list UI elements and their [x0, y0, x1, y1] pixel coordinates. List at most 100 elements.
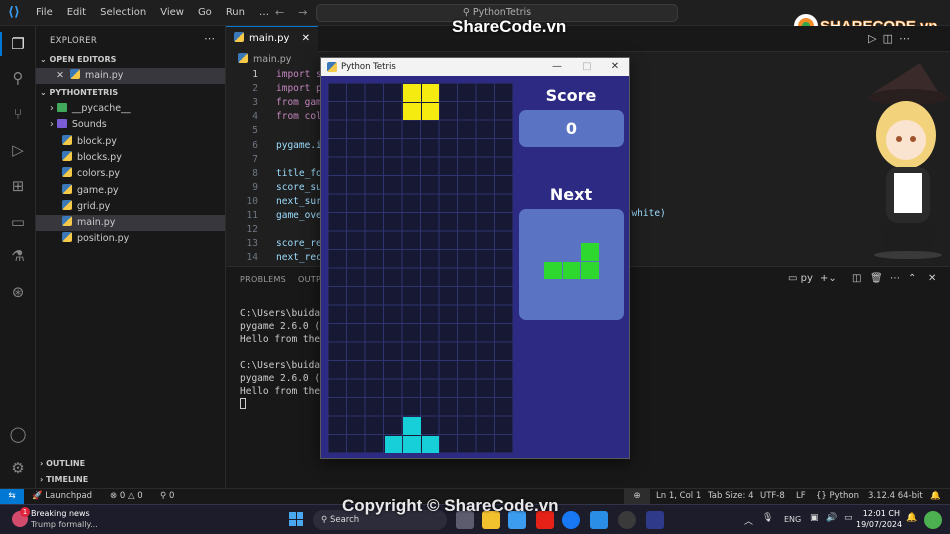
git-graph-icon[interactable]: ⊛ [8, 282, 28, 302]
news-title[interactable]: Breaking news [31, 509, 90, 518]
tree-item[interactable]: block.py [36, 134, 225, 150]
menu-file[interactable]: File [36, 7, 53, 18]
tree-item[interactable]: blocks.py [36, 150, 225, 166]
source-control-icon[interactable]: ⑂ [8, 104, 28, 124]
more-actions-icon[interactable]: ⋯ [204, 32, 215, 45]
remote-explorer-icon[interactable]: ▭ [8, 212, 28, 232]
warning-icon: △ [127, 491, 138, 501]
python-interpreter[interactable]: 3.12.4 64-bit [868, 489, 923, 504]
project-section[interactable]: ⌄ PYTHONTETRIS [40, 88, 118, 97]
tree-item[interactable]: game.py [36, 183, 225, 199]
clock-time[interactable]: 12:01 CH [860, 509, 900, 518]
volume-icon[interactable]: 🔊 [826, 513, 837, 523]
maximize-panel-icon[interactable]: ⌃ [908, 273, 916, 284]
news-subtitle[interactable]: Trump formally... [31, 520, 98, 529]
code-line[interactable]: 11 game_ove [226, 209, 322, 223]
launchpad-item[interactable]: 🚀 Launchpad [32, 489, 92, 504]
tree-item[interactable]: › __pycache__ [36, 101, 225, 117]
extensions-icon[interactable]: ⊞ [8, 176, 28, 196]
notification-bell-icon[interactable]: 🔔 [906, 513, 917, 523]
facebook-icon[interactable] [562, 511, 580, 529]
code-line[interactable]: 13 score_re [226, 237, 322, 251]
ports-indicator[interactable]: ⚲ 0 [160, 489, 174, 504]
tab-size[interactable]: Tab Size: 4 [708, 489, 754, 504]
vscode-taskbar-icon[interactable] [590, 511, 608, 529]
tree-item[interactable]: main.py [36, 215, 225, 232]
windows-start-icon[interactable] [289, 512, 303, 526]
problems-indicator[interactable]: ⊗ 0 △ 0 [110, 489, 143, 504]
code-line[interactable]: 3 from gam [226, 96, 322, 110]
language-indicator[interactable]: ENG [784, 515, 801, 524]
menu-run[interactable]: Run [226, 7, 245, 18]
run-debug-icon[interactable]: ▷ [8, 140, 28, 160]
menu-go[interactable]: Go [198, 7, 212, 18]
user-app-icon[interactable] [924, 511, 942, 529]
open-editors-section[interactable]: ⌄ OPEN EDITORS [40, 55, 116, 64]
menu-edit[interactable]: Edit [67, 7, 86, 18]
tree-item[interactable]: grid.py [36, 199, 225, 215]
encoding[interactable]: UTF-8 [760, 489, 785, 504]
split-terminal-icon[interactable]: ◫ [852, 273, 861, 284]
battery-icon[interactable]: ▭ [844, 513, 853, 523]
nav-arrows[interactable]: ←→ [275, 6, 321, 19]
obs-icon[interactable] [618, 511, 636, 529]
tree-item[interactable]: › Sounds [36, 117, 225, 133]
remote-indicator-icon[interactable]: ⇆ [0, 489, 24, 504]
code-line[interactable]: 10 next_sur [226, 195, 322, 209]
terminal-kind-indicator[interactable]: ▭ py [788, 273, 813, 284]
close-icon[interactable]: ✕ [601, 58, 629, 76]
timeline-section[interactable]: › TIMELINE [40, 475, 88, 484]
eol[interactable]: LF [796, 489, 806, 504]
tree-item[interactable]: position.py [36, 231, 225, 247]
clock-date[interactable]: 19/07/2024 [856, 520, 902, 529]
microphone-icon[interactable]: 🎙 [762, 513, 773, 523]
menu-selection[interactable]: Selection [100, 7, 146, 18]
tab-problems[interactable]: PROBLEMS [240, 275, 286, 284]
code-line[interactable]: 6 pygame.i [226, 139, 322, 153]
back-arrow-icon[interactable]: ← [275, 6, 298, 19]
more-actions-icon[interactable]: ⋯ [890, 273, 900, 284]
run-icon[interactable]: ▷ [868, 32, 882, 45]
code-line[interactable]: 12 [226, 223, 276, 237]
zoom-icon[interactable]: ⊕ [624, 489, 650, 504]
terminal-output[interactable]: C:\Users\buida\ pygame 2.6.0 (S Hello from… [240, 307, 326, 411]
watermark-bottom: Copyright © ShareCode.vn [342, 496, 559, 515]
close-panel-icon[interactable]: ✕ [928, 273, 936, 284]
menu-more[interactable]: … [259, 7, 269, 18]
tree-item[interactable]: colors.py [36, 166, 225, 182]
settings-gear-icon[interactable]: ⚙ [8, 458, 28, 478]
close-icon[interactable]: ✕ [302, 27, 310, 51]
split-editor-icon[interactable]: ◫ [883, 32, 899, 45]
cursor-position[interactable]: Ln 1, Col 1 [656, 489, 701, 504]
new-terminal-icon[interactable]: +⌄ [820, 273, 837, 284]
code-line[interactable]: 4 from col [226, 110, 322, 124]
testing-icon[interactable]: ⚗ [8, 246, 28, 266]
outline-section[interactable]: › OUTLINE [40, 459, 85, 468]
minimize-icon[interactable]: — [543, 58, 571, 76]
code-line[interactable]: 8 title_fo [226, 167, 322, 181]
editor-actions[interactable]: ▷◫⋯ [868, 32, 916, 45]
code-line[interactable]: 9 score_su [226, 181, 322, 195]
tab-main-py[interactable]: main.py ✕ [226, 26, 318, 52]
code-line[interactable]: 2 import p [226, 82, 322, 96]
explorer-icon[interactable]: ❐ [8, 34, 28, 54]
code-line[interactable]: 1 import s [226, 68, 322, 82]
more-actions-icon[interactable]: ⋯ [899, 32, 916, 45]
tetris-window-titlebar[interactable]: Python Tetris — □ ✕ [321, 58, 629, 76]
maximize-icon[interactable]: □ [573, 58, 601, 76]
notifications-icon[interactable]: 🔔 [930, 489, 941, 504]
close-icon[interactable]: ✕ [56, 70, 64, 81]
tray-chevron-icon[interactable]: ︿ [744, 514, 753, 527]
tetris-grid[interactable] [328, 83, 513, 453]
search-icon[interactable]: ⚲ [8, 68, 28, 88]
trash-icon[interactable]: 🗑 [870, 273, 883, 284]
network-icon[interactable]: ▣ [810, 513, 819, 523]
account-icon[interactable]: ◯ [8, 424, 28, 444]
language-mode[interactable]: {} Python [816, 489, 859, 504]
open-editor-main[interactable]: ✕ main.py [36, 68, 225, 84]
menu-view[interactable]: View [160, 7, 184, 18]
code-line[interactable]: 14 next_rec [226, 251, 322, 265]
code-line[interactable]: 5 [226, 124, 276, 138]
code-line[interactable]: 7 [226, 153, 276, 167]
pygame-window-icon[interactable] [646, 511, 664, 529]
